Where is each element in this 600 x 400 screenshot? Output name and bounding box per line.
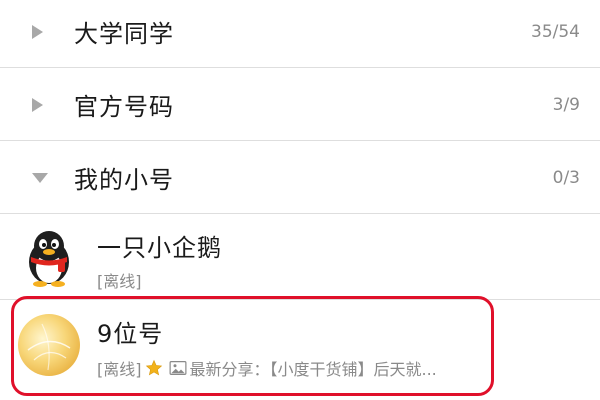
contact-row-penguin[interactable]: 一只小企鹅 [离线] bbox=[0, 214, 600, 300]
offline-status: [离线] bbox=[97, 272, 142, 291]
contact-name: 一只小企鹅 bbox=[97, 234, 222, 262]
group-row-my-alt-accounts[interactable]: 我的小号 0/3 bbox=[0, 142, 600, 214]
expanded-arrow-icon bbox=[32, 172, 48, 183]
group-count: 0/3 bbox=[552, 167, 580, 188]
group-row-official[interactable]: 官方号码 3/9 bbox=[0, 69, 600, 141]
group-row-classmates[interactable]: 大学同学 35/54 bbox=[0, 0, 600, 68]
group-name: 大学同学 bbox=[74, 20, 174, 48]
group-name: 我的小号 bbox=[74, 166, 174, 194]
highlight-frame bbox=[11, 296, 494, 396]
contact-status: [离线] bbox=[97, 268, 142, 292]
collapsed-arrow-icon bbox=[32, 24, 43, 39]
group-count: 35/54 bbox=[531, 21, 580, 42]
penguin-icon bbox=[29, 231, 69, 287]
group-name: 官方号码 bbox=[74, 93, 174, 121]
collapsed-arrow-icon bbox=[32, 97, 43, 112]
group-count: 3/9 bbox=[552, 94, 580, 115]
